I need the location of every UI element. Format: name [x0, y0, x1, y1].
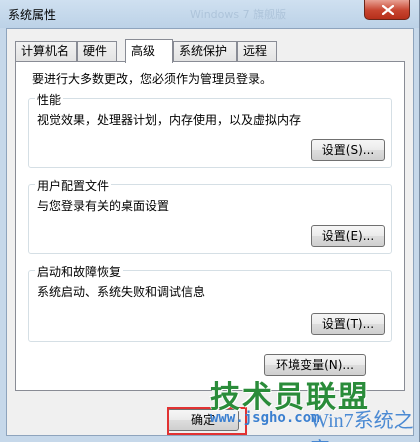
tab-advanced[interactable]: 高级 [125, 39, 173, 63]
advanced-tab-panel: 要进行大多数更改，您必须作为管理员登录。 性能 视觉效果，处理器计划，内存使用，… [15, 61, 405, 391]
user-profiles-settings-button[interactable]: 设置(E)... [311, 225, 385, 247]
watermark-url: www.jsgho.com [210, 410, 320, 426]
performance-group-title: 性能 [35, 91, 64, 108]
performance-group: 性能 视觉效果，处理器计划，内存使用，以及虚拟内存 设置(S)... [28, 91, 392, 168]
tab-system-protection[interactable]: 系统保护 [173, 41, 237, 61]
window-title: 系统属性 [8, 8, 57, 22]
tab-remote[interactable]: 远程 [237, 41, 277, 61]
startup-recovery-description: 系统启动、系统失败和调试信息 [37, 285, 206, 299]
startup-recovery-settings-button[interactable]: 设置(T)... [311, 313, 385, 335]
tab-hardware[interactable]: 硬件 [77, 41, 117, 61]
close-button[interactable] [364, 0, 410, 20]
user-profiles-group-title: 用户配置文件 [35, 177, 112, 194]
site-watermark: 技术员联盟 www.jsgho.com Win7系统之家 [210, 372, 420, 442]
close-icon [382, 5, 394, 15]
performance-settings-button[interactable]: 设置(S)... [311, 139, 385, 161]
user-profiles-group: 用户配置文件 与您登录有关的桌面设置 设置(E)... [28, 177, 392, 254]
user-profiles-description: 与您登录有关的桌面设置 [37, 199, 170, 213]
startup-recovery-group: 启动和故障恢复 系统启动、系统失败和调试信息 设置(T)... [28, 263, 392, 342]
system-properties-window: 系统属性 Windows 7 旗舰版 计算机名 硬件 高级 系统保护 远程 要进… [0, 0, 420, 442]
background-window-title: Windows 7 旗舰版 [190, 8, 287, 21]
title-bar[interactable]: 系统属性 Windows 7 旗舰版 [0, 0, 420, 28]
tab-computer-name[interactable]: 计算机名 [15, 41, 77, 61]
startup-recovery-group-title: 启动和故障恢复 [35, 263, 124, 280]
performance-description: 视觉效果，处理器计划，内存使用，以及虚拟内存 [37, 113, 302, 127]
admin-notice: 要进行大多数更改，您必须作为管理员登录。 [32, 72, 273, 86]
watermark-logo: Win7系统之家 [310, 410, 414, 442]
